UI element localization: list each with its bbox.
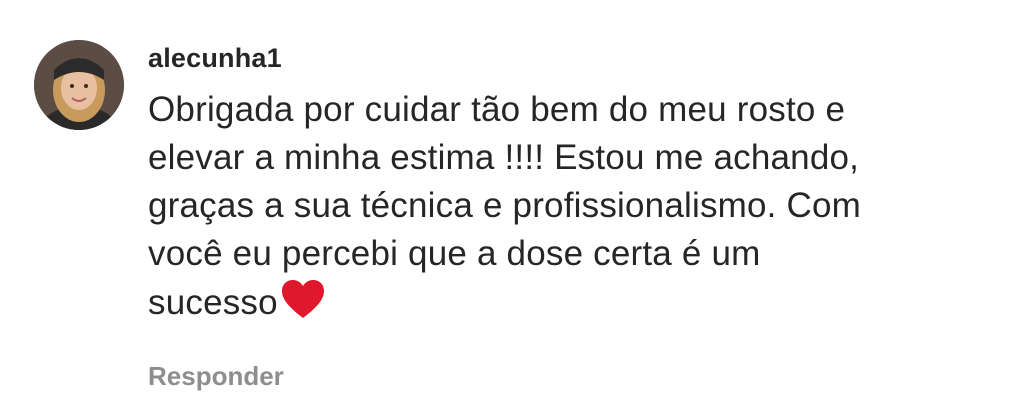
reply-button[interactable]: Responder	[148, 361, 284, 392]
comment-line: Obrigada por cuidar tão bem do meu rosto…	[148, 90, 846, 129]
comment-line: sucesso	[148, 283, 278, 322]
comment-line: graças a sua técnica e profissionalismo.…	[148, 186, 862, 225]
heart-icon	[280, 278, 326, 320]
avatar-photo	[34, 40, 124, 130]
avatar[interactable]	[34, 40, 124, 130]
username[interactable]: alecunha1	[148, 40, 998, 76]
comment-line: você eu percebi que a dose certa é um	[148, 234, 761, 273]
comment-content: alecunha1 Obrigada por cuidar tão bem do…	[148, 40, 998, 392]
comment: alecunha1 Obrigada por cuidar tão bem do…	[0, 0, 1024, 420]
comment-line: elevar a minha estima !!!! Estou me acha…	[148, 138, 860, 177]
comment-text: Obrigada por cuidar tão bem do meu rosto…	[148, 86, 998, 327]
